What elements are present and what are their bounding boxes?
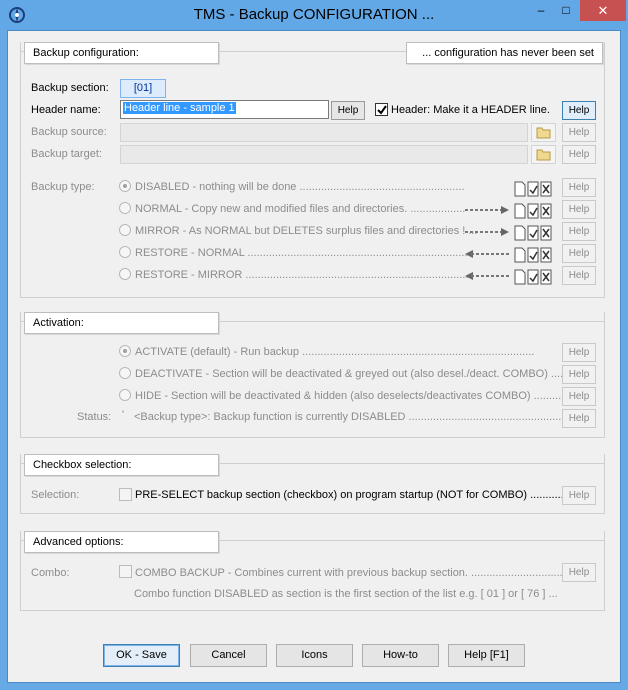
file-icons — [514, 247, 552, 263]
file-icons — [514, 181, 552, 197]
header-line-help-button[interactable]: Help — [562, 101, 596, 120]
combo-backup-text: COMBO BACKUP - Combines current with pre… — [135, 567, 563, 579]
folder-icon — [536, 149, 551, 161]
header-name-help-button[interactable]: Help — [331, 101, 365, 120]
pre-select-text: PRE-SELECT backup section (checkbox) on … — [135, 489, 573, 501]
help-f1-button[interactable]: Help [F1] — [448, 644, 525, 667]
icons-button[interactable]: Icons — [276, 644, 353, 667]
how-to-button[interactable]: How-to — [362, 644, 439, 667]
activation-radio[interactable] — [119, 389, 131, 401]
combo-label: Combo: — [31, 567, 70, 579]
activation-option-label: HIDE - Section will be deactivated & hid… — [135, 390, 565, 402]
pre-select-help-button[interactable]: Help — [562, 486, 596, 505]
backup-section-value: [01] — [120, 79, 166, 98]
backup-type-help-button[interactable]: Help — [562, 244, 596, 263]
backup-target-browse-button[interactable] — [531, 145, 556, 164]
backup-source-label: Backup source: — [31, 126, 107, 138]
backup-type-radio[interactable] — [119, 246, 131, 258]
backup-type-radio[interactable] — [119, 180, 131, 192]
backup-configuration-group: Backup configuration: ... configuration … — [20, 42, 605, 298]
backup-type-option-label: MIRROR - As NORMAL but DELETES surplus f… — [135, 225, 478, 237]
header-line-checkbox[interactable] — [375, 103, 388, 116]
backup-source-input[interactable] — [120, 123, 528, 142]
status-label: Status: — [77, 411, 112, 423]
backup-type-help-button[interactable]: Help — [562, 178, 596, 197]
file-icons — [514, 203, 552, 219]
combo-note: Combo function DISABLED as section is th… — [134, 588, 558, 600]
dialog-client: Backup configuration: ... configuration … — [7, 30, 621, 683]
backup-type-radio[interactable] — [119, 268, 131, 280]
status-marker: ' — [122, 409, 125, 421]
arrow-left-icon — [465, 272, 509, 280]
combo-backup-help-button[interactable]: Help — [562, 563, 596, 582]
pre-select-checkbox[interactable] — [119, 488, 132, 501]
activation-help-button[interactable]: Help — [562, 387, 596, 406]
activation-title: Activation: — [24, 312, 219, 334]
arrow-right-icon — [465, 228, 509, 236]
arrow-left-icon — [465, 250, 509, 258]
close-button[interactable]: ✕ — [580, 0, 626, 21]
file-icons — [514, 269, 552, 285]
status-help-button[interactable]: Help — [562, 409, 596, 428]
activation-help-button[interactable]: Help — [562, 365, 596, 384]
ok-save-button[interactable]: OK - Save — [103, 644, 180, 667]
backup-type-help-button[interactable]: Help — [562, 222, 596, 241]
advanced-options-group: Advanced options: Combo: COMBO BACKUP - … — [20, 531, 605, 611]
checkbox-selection-group: Checkbox selection: Selection: PRE-SELEC… — [20, 454, 605, 514]
checkbox-selection-title: Checkbox selection: — [24, 454, 219, 476]
activation-group: Activation: ACTIVATE (default) - Run bac… — [20, 312, 605, 438]
backup-target-input[interactable] — [120, 145, 528, 164]
backup-type-option-label: RESTORE - NORMAL .......................… — [135, 247, 468, 259]
status-text: <Backup type>: Backup function is curren… — [134, 411, 568, 423]
backup-target-label: Backup target: — [31, 148, 102, 160]
arrow-right-icon — [465, 206, 509, 214]
backup-type-radio[interactable] — [119, 202, 131, 214]
folder-icon — [536, 127, 551, 139]
backup-type-option-label: NORMAL - Copy new and modified files and… — [135, 203, 466, 215]
backup-source-browse-button[interactable] — [531, 123, 556, 142]
cancel-button[interactable]: Cancel — [190, 644, 267, 667]
combo-backup-checkbox[interactable] — [119, 565, 132, 578]
maximize-button[interactable]: □ — [553, 0, 579, 21]
title-bar[interactable]: TMS - Backup CONFIGURATION ... – □ ✕ — [0, 0, 628, 30]
backup-type-option-label: DISABLED - nothing will be done ........… — [135, 181, 465, 193]
file-icons — [514, 225, 552, 241]
backup-target-help-button[interactable]: Help — [562, 145, 596, 164]
check-icon — [377, 105, 387, 115]
backup-type-help-button[interactable]: Help — [562, 266, 596, 285]
backup-type-radio[interactable] — [119, 224, 131, 236]
activation-option-label: ACTIVATE (default) - Run backup ........… — [135, 346, 535, 358]
selection-label: Selection: — [31, 489, 80, 501]
activation-option-label: DEACTIVATE - Section will be deactivated… — [135, 368, 564, 380]
header-name-label: Header name: — [31, 104, 101, 116]
backup-type-option-label: RESTORE - MIRROR .......................… — [135, 269, 469, 281]
activation-radio[interactable] — [119, 367, 131, 379]
header-line-checkbox-label: Header: Make it a HEADER line. — [391, 104, 550, 116]
backup-type-help-button[interactable]: Help — [562, 200, 596, 219]
minimize-button[interactable]: – — [528, 0, 554, 21]
header-name-input[interactable]: Header line - sample 1 — [120, 100, 329, 119]
configuration-status: ... configuration has never been set — [406, 42, 603, 64]
header-name-value: Header line - sample 1 — [123, 102, 236, 114]
backup-configuration-title: Backup configuration: — [24, 42, 219, 64]
backup-type-label: Backup type: — [31, 181, 95, 193]
activation-help-button[interactable]: Help — [562, 343, 596, 362]
backup-section-label: Backup section: — [31, 82, 109, 94]
advanced-options-title: Advanced options: — [24, 531, 219, 553]
backup-source-help-button[interactable]: Help — [562, 123, 596, 142]
activation-radio[interactable] — [119, 345, 131, 357]
